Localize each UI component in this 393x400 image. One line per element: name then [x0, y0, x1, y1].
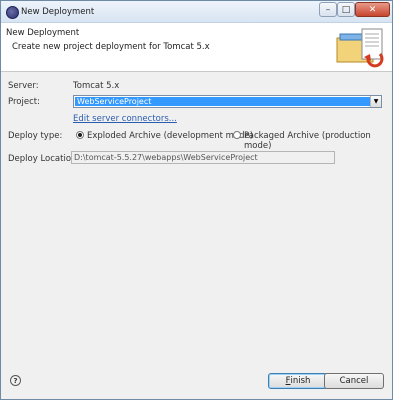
cancel-button[interactable]: Cancel [324, 373, 384, 389]
eclipse-icon [6, 6, 19, 19]
help-icon[interactable]: ? [10, 375, 21, 386]
deploy-type-label: Deploy type: [8, 131, 63, 141]
exploded-archive-radio[interactable] [76, 131, 84, 139]
server-label: Server: [8, 81, 39, 91]
close-button[interactable]: ✕ [355, 2, 390, 17]
finish-button[interactable]: Finish [268, 373, 328, 389]
deploy-location-label: Deploy Location: [8, 154, 80, 164]
window-title: New Deployment [21, 7, 95, 17]
header-description: Create new project deployment for Tomcat… [12, 42, 210, 52]
wizard-header: New Deployment Create new project deploy… [1, 23, 392, 72]
edit-server-connectors-link[interactable]: Edit server connectors... [73, 114, 177, 124]
minimize-button[interactable]: – [319, 2, 337, 17]
maximize-button[interactable]: □ [337, 2, 355, 17]
packaged-archive-label[interactable]: Packaged Archive (production mode) [244, 131, 392, 151]
maximize-icon: □ [341, 4, 351, 15]
chevron-down-icon[interactable]: ▼ [370, 96, 381, 107]
packaged-archive-radio[interactable] [233, 131, 241, 139]
minimize-icon: – [325, 4, 331, 15]
header-title: New Deployment [6, 28, 80, 38]
deploy-location-field[interactable]: D:\tomcat-5.5.27\webapps\WebServiceProje… [71, 151, 335, 164]
project-select-value: WebServiceProject [75, 97, 373, 106]
project-select[interactable]: WebServiceProject ▼ [73, 95, 382, 108]
title-bar: New Deployment – □ ✕ [1, 1, 392, 23]
exploded-archive-label[interactable]: Exploded Archive (development mode) [87, 131, 253, 141]
project-label: Project: [8, 97, 40, 107]
finish-label-rest: inish [290, 376, 311, 386]
deployment-wizard-icon [336, 28, 384, 68]
server-value: Tomcat 5.x [73, 81, 120, 91]
close-icon: ✕ [368, 4, 377, 15]
new-deployment-dialog: New Deployment – □ ✕ New Deployment Crea… [0, 0, 393, 400]
